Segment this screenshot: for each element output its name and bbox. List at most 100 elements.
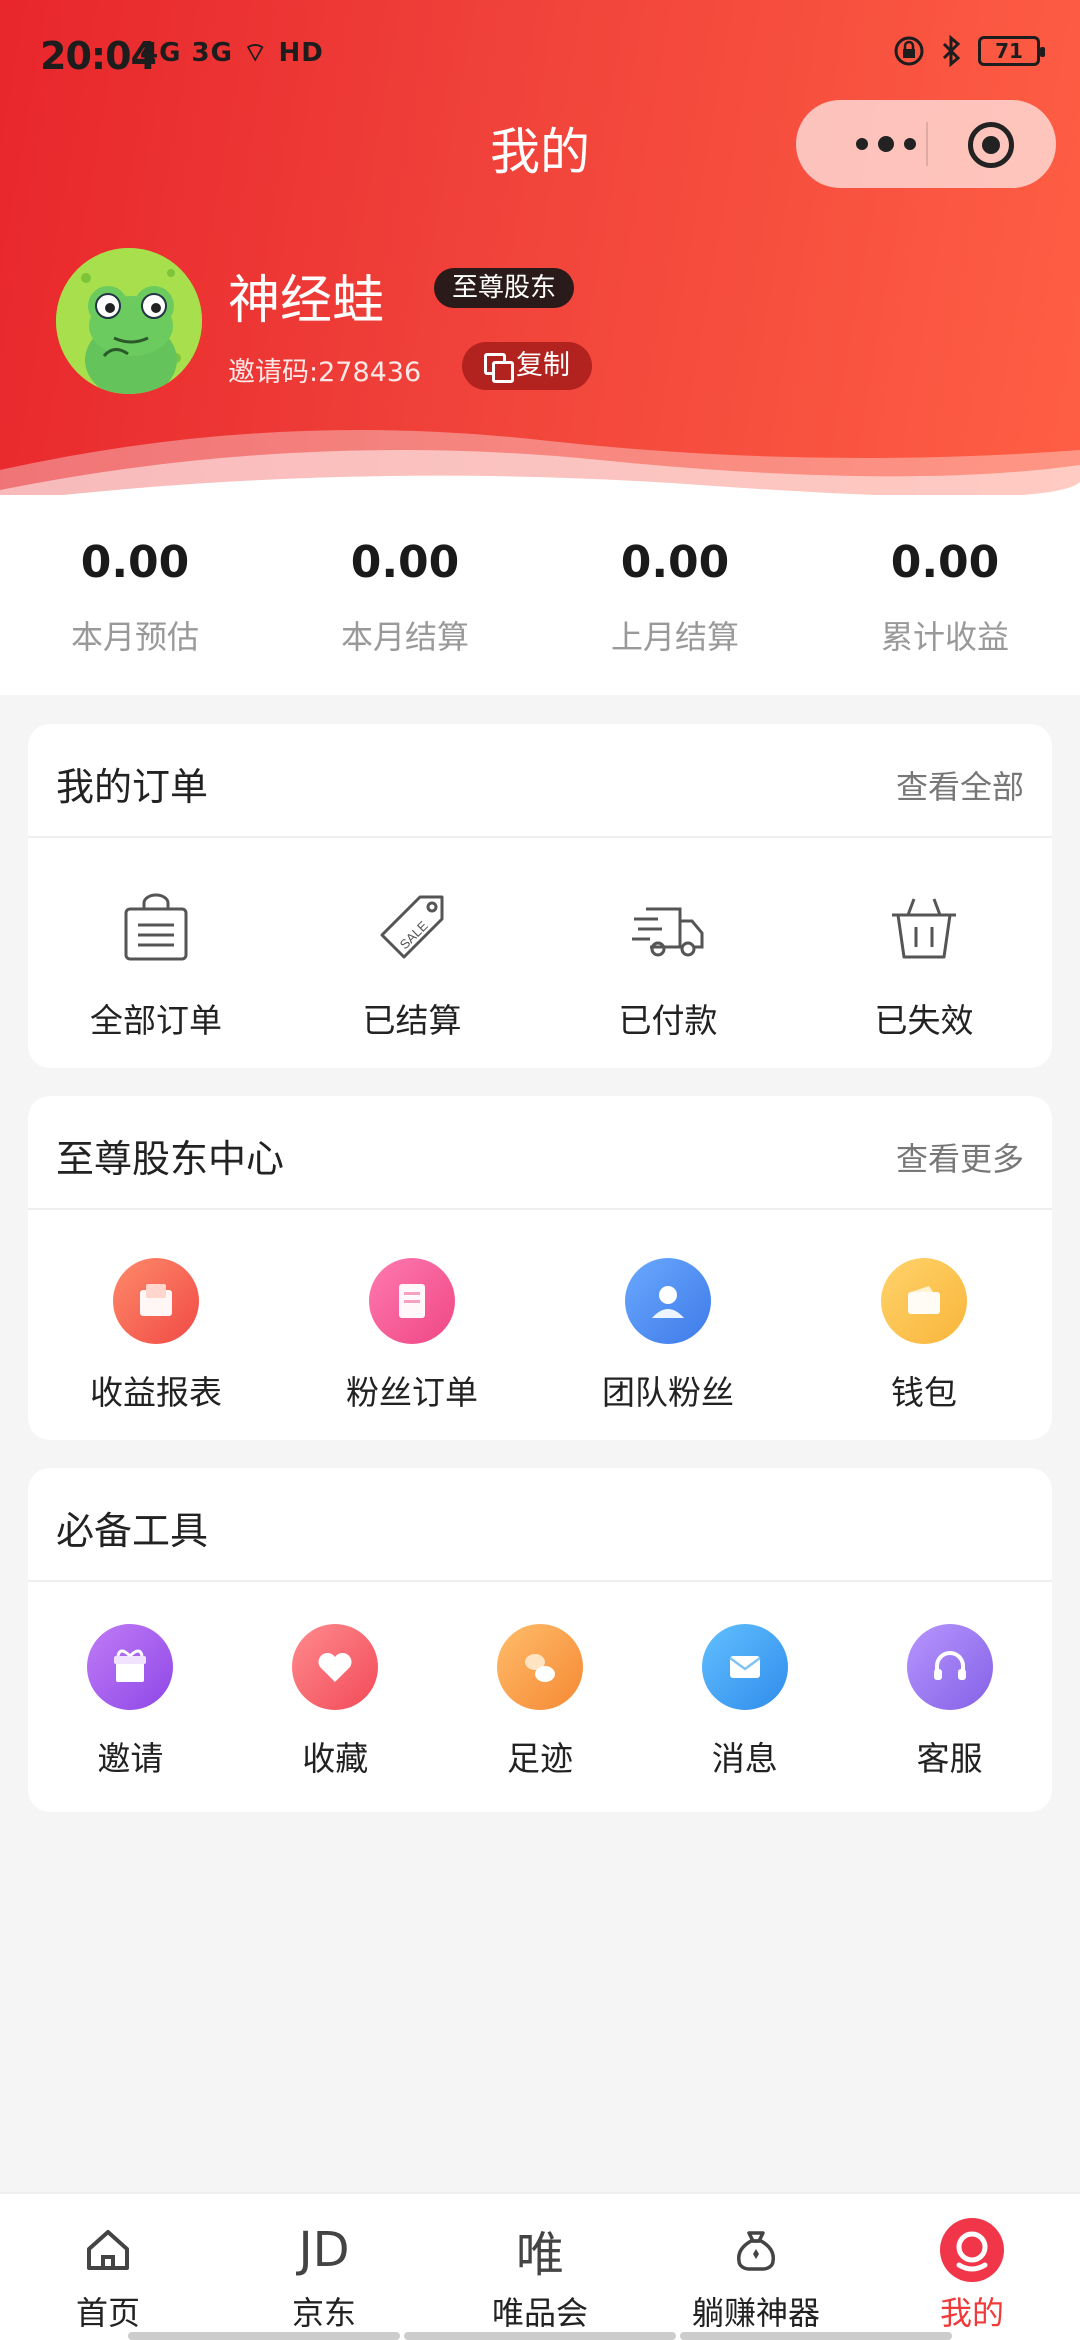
tab-label: 躺赚神器 [691, 2294, 820, 2332]
order-item-settled[interactable]: SALE 已结算 [312, 886, 512, 1042]
card-title: 至尊股东中心 [56, 1137, 285, 1181]
tab-home[interactable]: 首页 [0, 2194, 216, 2340]
home-indicator [128, 2332, 952, 2340]
invite-code: 邀请码:278436 [228, 357, 422, 388]
close-target-icon[interactable] [968, 122, 1014, 168]
order-item-all[interactable]: 全部订单 [56, 886, 256, 1042]
vip-item-earnings-report[interactable]: 收益报表 [56, 1258, 256, 1414]
team-icon [625, 1258, 711, 1344]
footprint-icon [496, 1624, 583, 1710]
stat-value: 0.00 [80, 537, 190, 588]
tab-label: 唯品会 [491, 2294, 588, 2332]
view-all-orders-link[interactable]: 查看全部 [896, 762, 1024, 808]
header-wave-decoration [0, 430, 1080, 500]
more-options-button[interactable] [836, 118, 936, 170]
gift-icon [87, 1624, 174, 1710]
vip-item-team-fans[interactable]: 团队粉丝 [568, 1258, 768, 1414]
status-right: 71 [892, 34, 1045, 68]
frog-avatar-icon [56, 248, 202, 394]
stat-label: 上月结算 [610, 618, 739, 656]
jd-icon: JD [298, 2222, 350, 2278]
stat-monthly-settled[interactable]: 0.00 本月结算 [270, 495, 540, 695]
status-bar: 20:04 4G 3G ⌔ HD 71 [40, 30, 1045, 80]
stat-value: 0.00 [350, 537, 460, 588]
tab-mine[interactable]: 我的 [864, 2194, 1080, 2340]
item-label: 粉丝订单 [346, 1373, 478, 1412]
tool-item-customer-service[interactable]: 客服 [847, 1624, 1052, 1780]
tool-items: 邀请 收藏 足迹 消息 客服 [28, 1582, 1052, 1780]
item-label: 收益报表 [90, 1373, 222, 1412]
wallet-icon [881, 1258, 967, 1344]
tool-item-messages[interactable]: 消息 [642, 1624, 847, 1780]
signal-indicators: 4G 3G ⌔ HD [140, 38, 324, 68]
vip-badge: 至尊股东 [434, 268, 575, 308]
dot-icon [856, 138, 868, 150]
heart-icon [292, 1624, 379, 1710]
lock-rotation-icon [894, 36, 924, 66]
item-label: 消息 [711, 1739, 778, 1778]
item-label: 客服 [916, 1739, 983, 1778]
tab-label: 首页 [75, 2294, 140, 2332]
copy-label: 复制 [516, 350, 570, 381]
item-label: 收藏 [302, 1739, 369, 1778]
card-title: 必备工具 [56, 1509, 209, 1553]
vip-items: 收益报表 粉丝订单 团队粉丝 钱包 [28, 1210, 1052, 1414]
item-label: 已付款 [618, 1001, 718, 1040]
order-item-expired[interactable]: 已失效 [824, 886, 1024, 1042]
profile-header: 20:04 4G 3G ⌔ HD 71 我的 神经蛙 至尊股东 邀请码:2784 [0, 0, 1080, 500]
stat-value: 0.00 [620, 537, 730, 588]
shopping-bag-icon [113, 886, 199, 972]
avatar[interactable] [56, 248, 202, 394]
copy-icon [484, 353, 514, 383]
vipshop-icon: 唯 [515, 2227, 564, 2283]
view-more-link[interactable]: 查看更多 [896, 1134, 1024, 1180]
tool-item-invite[interactable]: 邀请 [28, 1624, 233, 1780]
item-label: 全部订单 [90, 1001, 222, 1040]
capsule-divider [926, 122, 928, 166]
home-icon [0, 2220, 216, 2280]
stat-label: 本月结算 [340, 618, 469, 656]
bluetooth-icon [942, 34, 961, 68]
order-items: 全部订单 SALE 已结算 已付款 已失效 [28, 838, 1052, 1042]
status-time: 20:04 [40, 34, 157, 78]
tab-label: 我的 [939, 2294, 1004, 2332]
stat-label: 本月预估 [70, 618, 199, 656]
vip-item-wallet[interactable]: 钱包 [824, 1258, 1024, 1414]
order-item-paid[interactable]: 已付款 [568, 886, 768, 1042]
item-label: 已失效 [874, 1001, 974, 1040]
item-label: 团队粉丝 [602, 1373, 734, 1412]
stat-last-month-settled[interactable]: 0.00 上月结算 [540, 495, 810, 695]
earnings-stats: 0.00 本月预估 0.00 本月结算 0.00 上月结算 0.00 累计收益 [0, 495, 1080, 695]
basket-icon [881, 886, 967, 972]
vip-center-card: 至尊股东中心 查看更多 收益报表 粉丝订单 团队粉丝 钱包 [28, 1096, 1052, 1440]
tool-item-favorites[interactable]: 收藏 [233, 1624, 438, 1780]
report-icon [113, 1258, 199, 1344]
item-label: 已结算 [362, 1001, 462, 1040]
profile-icon [864, 2218, 1080, 2282]
fan-orders-icon [369, 1258, 455, 1344]
stat-label: 累计收益 [880, 618, 1009, 656]
tab-vip-shop[interactable]: 唯 唯品会 [432, 2194, 648, 2340]
tab-easy-earn[interactable]: 躺赚神器 [648, 2194, 864, 2340]
card-title: 我的订单 [56, 765, 209, 809]
stat-total-earnings[interactable]: 0.00 累计收益 [810, 495, 1080, 695]
mini-program-capsule [796, 100, 1056, 188]
card-header: 我的订单 查看全部 [28, 724, 1052, 838]
bottom-tab-bar: 首页 JD 京东 唯 唯品会 躺赚神器 我的 [0, 2192, 1080, 2340]
stat-monthly-estimate[interactable]: 0.00 本月预估 [0, 495, 270, 695]
tab-jd[interactable]: JD 京东 [216, 2194, 432, 2340]
headset-icon [906, 1624, 993, 1710]
tools-card: 必备工具 邀请 收藏 足迹 消息 客服 [28, 1468, 1052, 1812]
tab-label: 京东 [291, 2294, 356, 2332]
item-label: 足迹 [506, 1739, 573, 1778]
vip-item-fan-orders[interactable]: 粉丝订单 [312, 1258, 512, 1414]
dot-icon [904, 138, 916, 150]
money-bag-icon [648, 2220, 864, 2280]
item-label: 钱包 [891, 1373, 957, 1412]
tool-item-footprints[interactable]: 足迹 [438, 1624, 643, 1780]
copy-button[interactable]: 复制 [462, 342, 592, 390]
stat-value: 0.00 [890, 537, 1000, 588]
username: 神经蛙 [228, 271, 385, 331]
card-header: 至尊股东中心 查看更多 [28, 1096, 1052, 1210]
sale-tag-icon: SALE [369, 886, 455, 972]
